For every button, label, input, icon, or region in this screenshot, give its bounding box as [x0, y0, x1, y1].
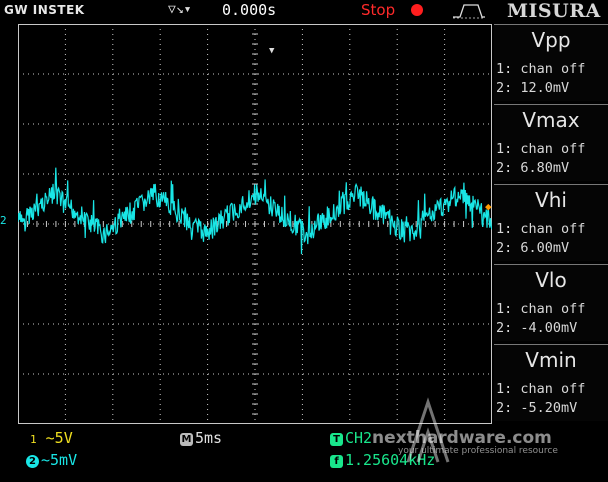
measurement-ch1-value: 1: chan off: [496, 141, 586, 157]
ch2-scale[interactable]: 2 ~5mV: [26, 451, 77, 469]
measurement-title: Vmax: [522, 108, 580, 132]
watermark-tagline: your ultimate professional resource: [398, 446, 558, 456]
measurement-ch1-value: 1: chan off: [496, 301, 586, 317]
measurement-title: Vlo: [535, 268, 567, 292]
measurement-title: Vpp: [531, 28, 571, 52]
measurement-ch1-value: 1: chan off: [496, 381, 586, 397]
run-stop-status[interactable]: Stop: [361, 1, 395, 19]
timebase-readout[interactable]: M 5ms: [180, 429, 222, 447]
ch1-badge: 1: [30, 433, 37, 446]
watermark-site: nexthardware.com: [372, 428, 552, 448]
measurement-panel: Vpp 1: chan off 2: 12.0mV Vmax 1: chan o…: [494, 24, 608, 424]
measurement-ch2-value: 2: -4.00mV: [496, 320, 578, 336]
trigger-position-marker: ▼: [269, 46, 275, 56]
ch2-ground-marker: 2: [0, 214, 7, 227]
time-position-readout: 0.000s: [222, 1, 277, 19]
measurement-ch2-value: 2: 6.80mV: [496, 160, 570, 176]
measurement-vmax[interactable]: Vmax 1: chan off 2: 6.80mV: [494, 104, 608, 181]
measurement-vpp[interactable]: Vpp 1: chan off 2: 12.0mV: [494, 24, 608, 101]
timebase-value: 5ms: [195, 429, 223, 447]
measurement-ch2-value: 2: 6.00mV: [496, 240, 570, 256]
trigger-source-value: CH2: [345, 429, 373, 447]
overlay-title: MISURA: [507, 0, 601, 22]
trigger-source-readout[interactable]: T CH2: [330, 429, 372, 447]
frequency-badge: f: [330, 455, 343, 468]
timebase-badge: M: [180, 433, 193, 446]
measurement-title: Vmin: [525, 348, 577, 372]
measurement-ch1-value: 1: chan off: [496, 221, 586, 237]
rising-edge-icon: [453, 4, 485, 19]
ch2-waveform-trace: [18, 167, 492, 255]
waveform-graticule: [18, 24, 492, 424]
measurement-vmin[interactable]: Vmin 1: chan off 2: -5.20mV: [494, 344, 608, 421]
measurement-ch2-value: 2: 12.0mV: [496, 80, 570, 96]
top-status-bar: GW INSTEK ▽↘▾ 0.000s Stop MISURA: [0, 0, 608, 22]
ch1-scale-value: ~5V: [45, 429, 73, 447]
stop-indicator-icon: [411, 4, 423, 16]
measurement-ch2-value: 2: -5.20mV: [496, 400, 578, 416]
ch2-badge: 2: [26, 455, 39, 468]
waveform-display[interactable]: ▼: [18, 24, 492, 424]
brand-logo: GW INSTEK: [4, 3, 85, 17]
trigger-level-marker: ◆: [485, 200, 492, 213]
measurement-vhi[interactable]: Vhi 1: chan off 2: 6.00mV: [494, 184, 608, 261]
measurement-vlo[interactable]: Vlo 1: chan off 2: -4.00mV: [494, 264, 608, 341]
ch2-scale-value: ~5mV: [41, 451, 78, 469]
trigger-arrow-icon: ▽↘▾: [168, 2, 192, 17]
measurement-title: Vhi: [535, 188, 567, 212]
ch1-scale[interactable]: 1 ~5V: [30, 429, 73, 447]
measurement-ch1-value: 1: chan off: [496, 61, 586, 77]
trigger-badge: T: [330, 433, 343, 446]
